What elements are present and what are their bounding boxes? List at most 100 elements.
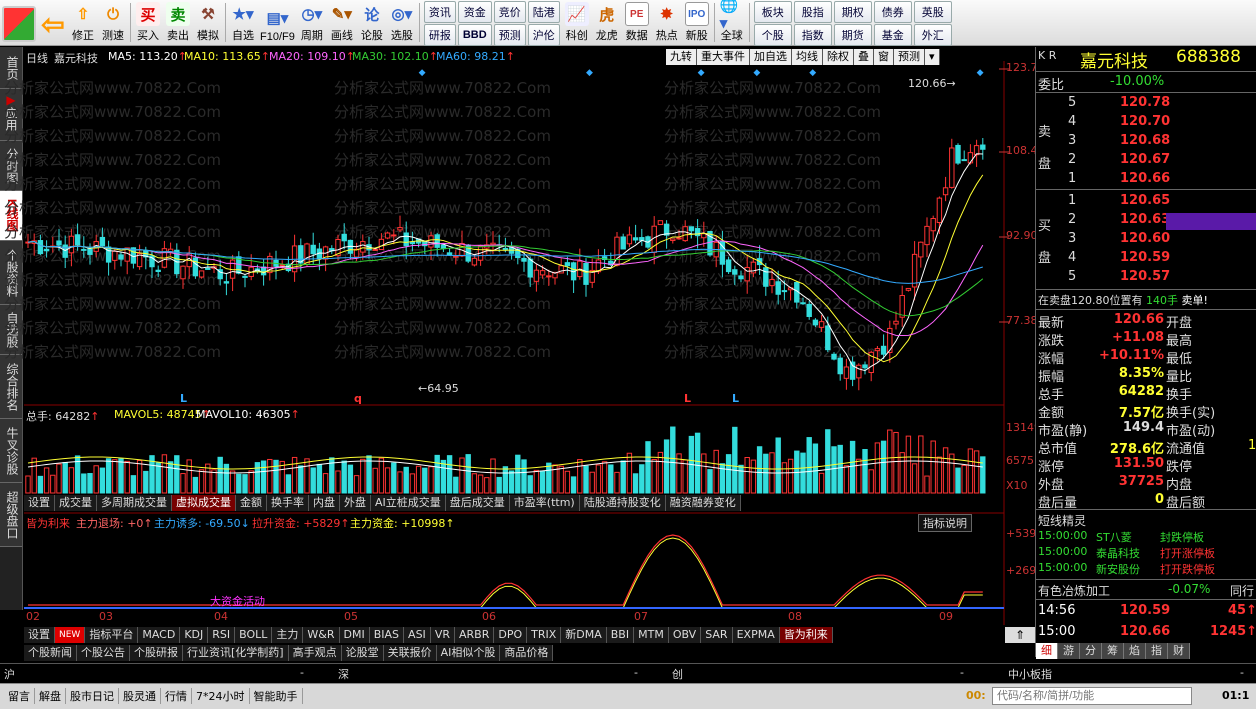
cy-index-label[interactable]: 创 bbox=[672, 666, 683, 682]
indicator-tab[interactable]: BBI bbox=[606, 627, 635, 643]
indicator-tab[interactable]: 设置 bbox=[24, 627, 55, 643]
star-market-button[interactable]: 📈 科创 bbox=[562, 0, 592, 45]
indicator-tab[interactable]: DMI bbox=[339, 627, 370, 643]
indicator-tab[interactable]: MTM bbox=[634, 627, 669, 643]
kline-svg[interactable]: ◆ ◆ ◆ ◆ ◆ ◆ bbox=[24, 47, 1034, 627]
btn-overlay[interactable]: 叠 bbox=[854, 49, 874, 65]
indicator-tab[interactable]: ARBR bbox=[454, 627, 495, 643]
grid-btn-news[interactable]: 资讯 bbox=[423, 1, 456, 23]
info-tab[interactable]: AI相似个股 bbox=[436, 645, 501, 661]
vol-tab[interactable]: 金额 bbox=[236, 495, 267, 511]
discuss-button[interactable]: 论论股 bbox=[357, 0, 387, 45]
indicator-tab[interactable]: KDJ bbox=[180, 627, 209, 643]
bottom-item[interactable]: 股灵通 bbox=[119, 688, 161, 704]
kline-chart-area[interactable]: 分析家公式网www.70822.Com 分析家公式网www.70822.Com 分析… bbox=[4, 47, 1050, 627]
grid-btn-bond[interactable]: 债券 bbox=[873, 1, 912, 23]
bid-price[interactable]: 120.57 bbox=[1120, 269, 1170, 284]
btn-add-watchlist[interactable]: 加自选 bbox=[750, 49, 792, 65]
speed-test-button[interactable]: ⏻ 测速 bbox=[98, 0, 128, 45]
quote-tab[interactable]: 细 bbox=[1036, 643, 1058, 659]
btn-forecast[interactable]: 预测 bbox=[894, 49, 925, 65]
hotspot-button[interactable]: ✸ 热点 bbox=[652, 0, 682, 45]
ask-price[interactable]: 120.70 bbox=[1120, 114, 1170, 129]
info-tab[interactable]: 行业资讯[化学制药] bbox=[183, 645, 289, 661]
sidebar-tab-diagnosis[interactable]: 牛叉诊股 bbox=[0, 419, 22, 483]
vol-tab[interactable]: AI立桩成交量 bbox=[371, 495, 446, 511]
ask-price[interactable]: 120.78 bbox=[1120, 95, 1170, 110]
indicator-tab[interactable]: EXPMA bbox=[732, 627, 780, 643]
indicator-tab[interactable]: TRIX bbox=[527, 627, 562, 643]
indicator-tab[interactable]: 主力 bbox=[272, 627, 304, 643]
quote-tab[interactable]: 筹 bbox=[1102, 643, 1124, 659]
news-stock[interactable]: 新安股份 bbox=[1096, 561, 1140, 577]
vol-tab[interactable]: 设置 bbox=[24, 495, 55, 511]
indicator-help-button[interactable]: 指标说明 bbox=[918, 514, 972, 532]
sz-index-label[interactable]: 深 bbox=[338, 666, 349, 682]
simulate-button[interactable]: ⚒ 模拟 bbox=[193, 0, 223, 45]
bottom-item[interactable]: 股市日记 bbox=[66, 688, 119, 704]
buy-button[interactable]: 买买入 bbox=[133, 0, 163, 45]
indicator-tab[interactable]: VR bbox=[430, 627, 455, 643]
stock-select-button[interactable]: ◎▾ 选股 bbox=[387, 0, 417, 45]
quote-tab[interactable]: 财 bbox=[1168, 643, 1190, 659]
data-button[interactable]: PE 数据 bbox=[622, 0, 652, 45]
quote-tab[interactable]: 分 bbox=[1080, 643, 1102, 659]
grid-btn-shlon[interactable]: 沪伦 bbox=[527, 24, 560, 46]
grid-btn-forecast[interactable]: 预测 bbox=[493, 24, 526, 46]
grid-btn-index[interactable]: 指数 bbox=[793, 24, 832, 46]
bid-price[interactable]: 120.60 bbox=[1120, 231, 1170, 246]
info-tab[interactable]: 商品价格 bbox=[500, 645, 554, 661]
code-search-input[interactable] bbox=[992, 687, 1192, 705]
indicator-tab[interactable]: BOLL bbox=[235, 627, 273, 643]
info-tab[interactable]: 高手观点 bbox=[288, 645, 342, 661]
ask-price[interactable]: 120.68 bbox=[1120, 133, 1170, 148]
quote-tab[interactable]: 指 bbox=[1146, 643, 1168, 659]
indicator-tab[interactable]: OBV bbox=[668, 627, 702, 643]
vol-tab[interactable]: 内盘 bbox=[309, 495, 340, 511]
sidebar-tab-ranking[interactable]: 综合排名 bbox=[0, 355, 22, 419]
grid-btn-fund2[interactable]: 基金 bbox=[873, 24, 912, 46]
info-tab[interactable]: 个股公告 bbox=[77, 645, 130, 661]
vol-tab[interactable]: 外盘 bbox=[340, 495, 371, 511]
bottom-item[interactable]: 智能助手 bbox=[250, 688, 303, 704]
btn-ma[interactable]: 均线 bbox=[792, 49, 823, 65]
bottom-item[interactable]: 留言 bbox=[4, 688, 35, 704]
ask-price[interactable]: 120.66 bbox=[1120, 171, 1170, 186]
home-button[interactable] bbox=[0, 0, 38, 45]
quote-tab[interactable]: 焰 bbox=[1124, 643, 1146, 659]
sidebar-tab-orderbook[interactable]: 超级盘口 bbox=[0, 483, 22, 547]
indicator-tab[interactable]: NEW bbox=[55, 627, 86, 643]
indicator-tab[interactable]: 皆为利来 bbox=[779, 627, 833, 643]
cycle-button[interactable]: ◷▾ 周期 bbox=[297, 0, 327, 45]
peer-button[interactable]: 同行 bbox=[1230, 582, 1254, 599]
vol-tab[interactable]: 虚拟成交量 bbox=[172, 495, 236, 511]
vol-tab[interactable]: 融资融券变化 bbox=[665, 495, 741, 511]
bid-price[interactable]: 120.65 bbox=[1120, 193, 1170, 208]
info-tab[interactable]: 个股研报 bbox=[130, 645, 183, 661]
bottom-item[interactable]: 7*24小时 bbox=[192, 688, 250, 704]
indicator-tab[interactable]: SAR bbox=[701, 627, 733, 643]
f10-button[interactable]: ▤▾ F10/F9 bbox=[258, 0, 297, 45]
grid-btn-bbd[interactable]: BBD bbox=[457, 24, 492, 46]
watchlist-button[interactable]: ★▾ 自选 bbox=[228, 0, 258, 45]
quote-tab[interactable]: 游 bbox=[1058, 643, 1080, 659]
indicator-tab[interactable]: 新DMA bbox=[561, 627, 607, 643]
ask-price[interactable]: 120.67 bbox=[1120, 152, 1170, 167]
indicator-tab[interactable]: BIAS bbox=[369, 627, 405, 643]
grid-btn-research[interactable]: 研报 bbox=[423, 24, 456, 46]
sell-button[interactable]: 卖卖出 bbox=[163, 0, 193, 45]
grid-btn-stock[interactable]: 个股 bbox=[753, 24, 792, 46]
grid-btn-index-fut[interactable]: 股指 bbox=[793, 1, 832, 23]
dragon-tiger-button[interactable]: 虎龙虎 bbox=[592, 0, 622, 45]
indicator-tab[interactable]: MACD bbox=[138, 627, 181, 643]
expand-up-icon[interactable]: ⇑ bbox=[1005, 627, 1035, 643]
bid-price[interactable]: 120.63 bbox=[1120, 212, 1170, 227]
vol-tab[interactable]: 换手率 bbox=[267, 495, 309, 511]
grid-btn-hk[interactable]: 陆港 bbox=[527, 1, 560, 23]
global-button[interactable]: 🌐▾ 全球 bbox=[717, 0, 747, 45]
news-stock[interactable]: 泰晶科技 bbox=[1096, 545, 1140, 561]
info-tab[interactable]: 论股堂 bbox=[341, 645, 384, 661]
indicator-tab[interactable]: W&R bbox=[303, 627, 340, 643]
indicator-tab[interactable]: DPO bbox=[494, 627, 528, 643]
info-tab[interactable]: 关联报价 bbox=[383, 645, 437, 661]
